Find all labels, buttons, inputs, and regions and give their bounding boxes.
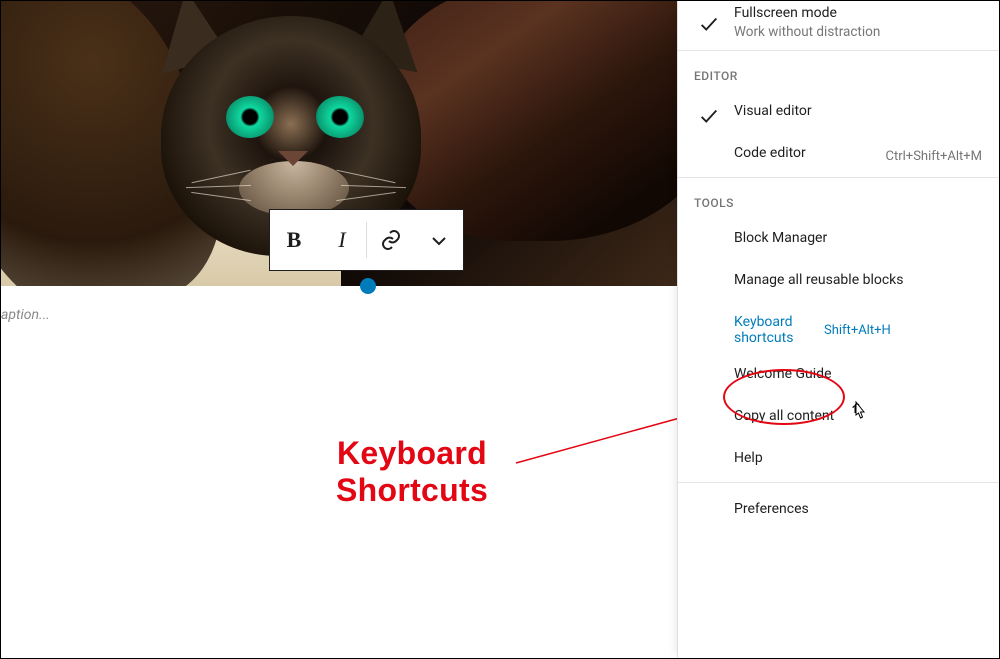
welcome-guide-item[interactable]: Welcome Guide (678, 356, 998, 398)
menu-item-label: Fullscreen mode (734, 5, 982, 21)
code-editor-item[interactable]: Code editor Ctrl+Shift+Alt+M (678, 135, 998, 177)
shortcut-label: Ctrl+Shift+Alt+M (886, 149, 982, 164)
menu-item-label: Welcome Guide (734, 366, 982, 382)
visual-editor-item[interactable]: Visual editor (678, 93, 998, 135)
options-menu: Fullscreen mode Work without distraction… (677, 1, 998, 658)
shortcut-label: Shift+Alt+H (824, 323, 891, 338)
more-button[interactable] (415, 210, 463, 270)
link-button[interactable] (367, 210, 415, 270)
chevron-down-icon (427, 228, 451, 252)
check-icon (698, 105, 720, 131)
menu-item-label: Copy all content (734, 408, 982, 424)
menu-item-sub: Work without distraction (734, 24, 982, 40)
editor-canvas: B I aption... Keyboard Shortcuts (1, 1, 679, 658)
menu-item-label: Help (734, 450, 982, 466)
preferences-item[interactable]: Preferences (678, 483, 998, 541)
bold-button[interactable]: B (270, 210, 318, 270)
section-tools: TOOLS (678, 178, 998, 220)
copy-all-item[interactable]: Copy all content (678, 398, 998, 440)
menu-item-label: Block Manager (734, 230, 982, 246)
menu-item-label: Preferences (734, 501, 982, 517)
manage-reusable-item[interactable]: Manage all reusable blocks (678, 262, 998, 304)
caption-input[interactable]: aption... (1, 307, 50, 323)
fullscreen-mode-item[interactable]: Fullscreen mode Work without distraction (678, 1, 998, 50)
annotation-label: Keyboard Shortcuts (336, 435, 488, 509)
menu-item-label: Code editor (734, 145, 876, 161)
section-editor: EDITOR (678, 51, 998, 93)
menu-item-label: Keyboard shortcuts (734, 314, 814, 346)
menu-item-label: Manage all reusable blocks (734, 272, 982, 288)
help-item[interactable]: Help (678, 440, 998, 482)
link-icon (379, 228, 403, 252)
italic-button[interactable]: I (318, 210, 366, 270)
menu-item-label: Visual editor (734, 103, 982, 119)
keyboard-shortcuts-item[interactable]: Keyboard shortcuts Shift+Alt+H (678, 304, 998, 356)
check-icon (698, 13, 720, 39)
block-manager-item[interactable]: Block Manager (678, 220, 998, 262)
resize-handle[interactable] (360, 278, 376, 294)
block-toolbar: B I (269, 209, 464, 271)
